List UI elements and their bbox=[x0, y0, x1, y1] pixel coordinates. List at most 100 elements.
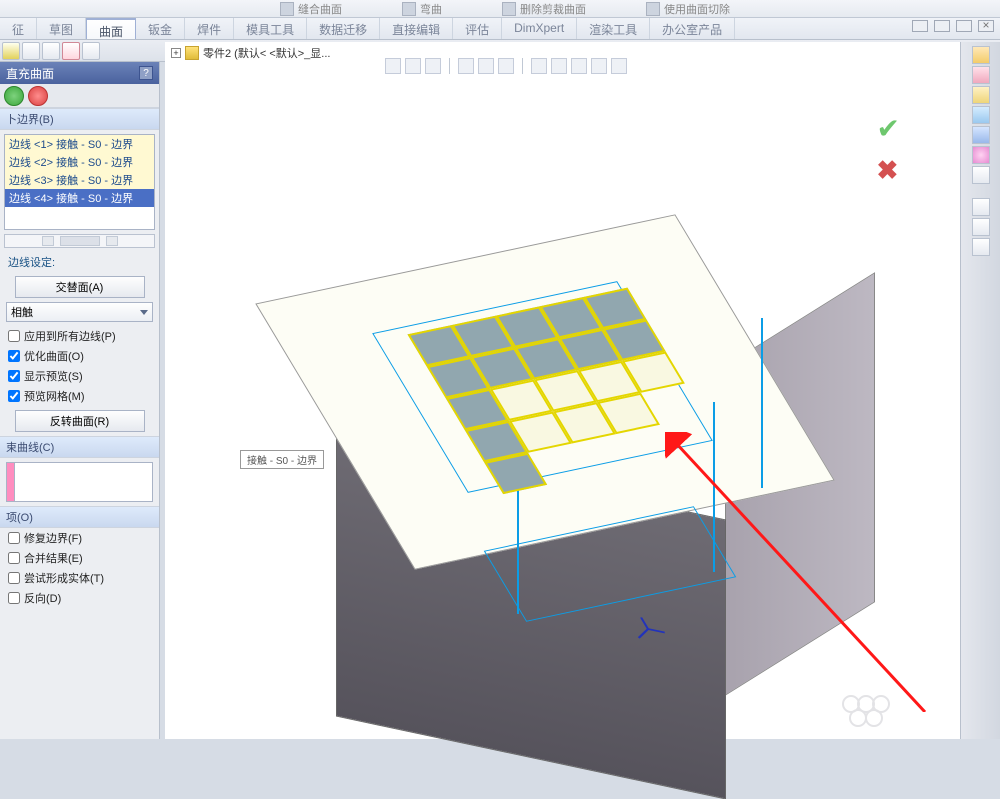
section-view-icon[interactable] bbox=[458, 58, 474, 74]
custom-props-icon[interactable] bbox=[972, 146, 990, 164]
zoom-area-icon[interactable] bbox=[405, 58, 421, 74]
tool-cut-with-surface[interactable]: 使用曲面切除 bbox=[646, 1, 730, 17]
close-taskpane-icon[interactable] bbox=[972, 238, 990, 256]
accept-feature-icon[interactable]: ✔ bbox=[877, 112, 900, 145]
separator bbox=[449, 58, 450, 74]
edge-item-selected[interactable]: 边线 <4> 接触 - S0 - 边界 bbox=[5, 189, 154, 207]
scroll-left-icon[interactable] bbox=[42, 236, 54, 246]
optimize-surface-checkbox[interactable]: 优化曲面(O) bbox=[0, 346, 159, 366]
tab-weldments[interactable]: 焊件 bbox=[185, 18, 234, 39]
config-tab-icon[interactable] bbox=[42, 42, 60, 60]
help-button[interactable]: ? bbox=[139, 66, 153, 80]
design-library-icon[interactable] bbox=[972, 66, 990, 84]
merge-result-checkbox[interactable]: 合并结果(E) bbox=[0, 548, 159, 568]
chevron-down-icon bbox=[140, 310, 148, 315]
perspective-icon[interactable] bbox=[611, 58, 627, 74]
cancel-button[interactable] bbox=[28, 86, 48, 106]
constraint-curve-box[interactable] bbox=[6, 462, 153, 502]
cut-icon bbox=[646, 2, 660, 16]
tab-sketch[interactable]: 草图 bbox=[37, 18, 86, 39]
tab-sheetmetal[interactable]: 钣金 bbox=[136, 18, 185, 39]
expand-icon[interactable] bbox=[972, 218, 990, 236]
reject-feature-icon[interactable]: ✖ bbox=[877, 155, 900, 186]
tool-knit-surface[interactable]: 缝合曲面 bbox=[280, 1, 342, 17]
design-tree-tab-icon[interactable] bbox=[2, 42, 20, 60]
panel-confirm-row bbox=[0, 84, 159, 108]
hide-show-icon[interactable] bbox=[531, 58, 547, 74]
apply-all-checkbox[interactable]: 应用到所有边线(P) bbox=[0, 326, 159, 346]
boundary-edges-list[interactable]: 边线 <1> 接触 - S0 - 边界 边线 <2> 接触 - S0 - 边界 … bbox=[4, 134, 155, 230]
display-tab-icon[interactable] bbox=[82, 42, 100, 60]
tab-surface[interactable]: 曲面 bbox=[86, 18, 136, 39]
ribbon-tabs: 征 草图 曲面 钣金 焊件 模具工具 数据迁移 直接编辑 评估 DimXpert… bbox=[0, 18, 1000, 40]
contact-dropdown[interactable]: 相触 bbox=[6, 302, 153, 322]
view-heads-up-toolbar bbox=[385, 56, 920, 76]
try-form-solid-checkbox[interactable]: 尝试形成实体(T) bbox=[0, 568, 159, 588]
section-constraint-curve: 束曲线(C) bbox=[0, 436, 159, 458]
tool-bend[interactable]: 弯曲 bbox=[402, 1, 442, 17]
zoom-fit-icon[interactable] bbox=[385, 58, 401, 74]
section-boundary: 卜边界(B) bbox=[0, 108, 159, 130]
model-scene bbox=[295, 162, 775, 702]
property-manager-tab-icon[interactable] bbox=[22, 42, 40, 60]
panel-title: 直充曲面 bbox=[6, 65, 54, 82]
appearance-icon[interactable] bbox=[972, 126, 990, 144]
edge-tooltip: 接触 - S0 - 边界 bbox=[240, 450, 324, 469]
ok-button[interactable] bbox=[4, 86, 24, 106]
apply-scene-icon[interactable] bbox=[571, 58, 587, 74]
scene-icon[interactable] bbox=[551, 58, 567, 74]
minimize-button[interactable] bbox=[912, 20, 928, 32]
restore-button[interactable] bbox=[934, 20, 950, 32]
knit-icon bbox=[280, 2, 294, 16]
home-icon[interactable] bbox=[972, 46, 990, 64]
tab-datamigration[interactable]: 数据迁移 bbox=[307, 18, 380, 39]
edge-item[interactable]: 边线 <3> 接触 - S0 - 边界 bbox=[5, 171, 154, 189]
preview-mesh-checkbox[interactable]: 预览网格(M) bbox=[0, 386, 159, 406]
edge-setting-label: 边线设定: bbox=[0, 252, 159, 272]
task-icon[interactable] bbox=[972, 166, 990, 184]
tool-delete-trim[interactable]: 删除剪裁曲面 bbox=[502, 1, 586, 17]
expand-icon[interactable]: + bbox=[171, 48, 181, 58]
reverse-direction-checkbox[interactable]: 反向(D) bbox=[0, 588, 159, 608]
view-orientation-icon[interactable] bbox=[478, 58, 494, 74]
tab-evaluate[interactable]: 评估 bbox=[453, 18, 502, 39]
edge-item[interactable]: 边线 <2> 接触 - S0 - 边界 bbox=[5, 153, 154, 171]
task-pane bbox=[960, 42, 1000, 739]
confirmation-corner: ✔ ✖ bbox=[877, 112, 900, 186]
bend-icon bbox=[402, 2, 416, 16]
tab-moldtools[interactable]: 模具工具 bbox=[234, 18, 307, 39]
reverse-surface-button[interactable]: 反转曲面(R) bbox=[15, 410, 145, 432]
tab-feature[interactable]: 征 bbox=[0, 18, 37, 39]
tab-render[interactable]: 渲染工具 bbox=[577, 18, 650, 39]
view-palette-icon[interactable] bbox=[972, 106, 990, 124]
tab-directedit[interactable]: 直接编辑 bbox=[380, 18, 453, 39]
fix-boundary-checkbox[interactable]: 修复边界(F) bbox=[0, 528, 159, 548]
tab-dimxpert[interactable]: DimXpert bbox=[502, 18, 577, 39]
document-label: 零件2 (默认< <默认>_显... bbox=[203, 45, 330, 61]
alternate-face-button[interactable]: 交替面(A) bbox=[15, 276, 145, 298]
close-button[interactable]: × bbox=[978, 20, 994, 32]
edge-item[interactable]: 边线 <1> 接触 - S0 - 边界 bbox=[5, 135, 154, 153]
scroll-thumb[interactable] bbox=[60, 236, 100, 246]
color-indicator bbox=[7, 463, 15, 501]
file-explorer-icon[interactable] bbox=[972, 86, 990, 104]
dropdown-value: 相触 bbox=[11, 304, 33, 320]
show-preview-checkbox[interactable]: 显示预览(S) bbox=[0, 366, 159, 386]
part-icon bbox=[185, 46, 199, 60]
scroll-right-icon[interactable] bbox=[106, 236, 118, 246]
property-manager-panel: 直充曲面 ? 卜边界(B) 边线 <1> 接触 - S0 - 边界 边线 <2>… bbox=[0, 62, 160, 739]
dimxpert-tab-icon[interactable] bbox=[62, 42, 80, 60]
top-quick-toolbar: 缝合曲面 弯曲 删除剪裁曲面 使用曲面切除 bbox=[0, 0, 1000, 18]
panel-header: 直充曲面 ? bbox=[0, 62, 159, 84]
list-hscroll[interactable] bbox=[4, 234, 155, 248]
maximize-button[interactable] bbox=[956, 20, 972, 32]
watermark-icon bbox=[836, 692, 890, 733]
separator bbox=[522, 58, 523, 74]
tab-office[interactable]: 办公室产品 bbox=[650, 18, 735, 39]
prev-view-icon[interactable] bbox=[425, 58, 441, 74]
graphics-viewport[interactable]: + 零件2 (默认< <默认>_显... ✔ ✖ bbox=[165, 42, 960, 739]
recycle-icon[interactable] bbox=[972, 198, 990, 216]
tree-breadcrumb[interactable]: + 零件2 (默认< <默认>_显... bbox=[171, 45, 330, 61]
view-settings-icon[interactable] bbox=[591, 58, 607, 74]
display-style-icon[interactable] bbox=[498, 58, 514, 74]
